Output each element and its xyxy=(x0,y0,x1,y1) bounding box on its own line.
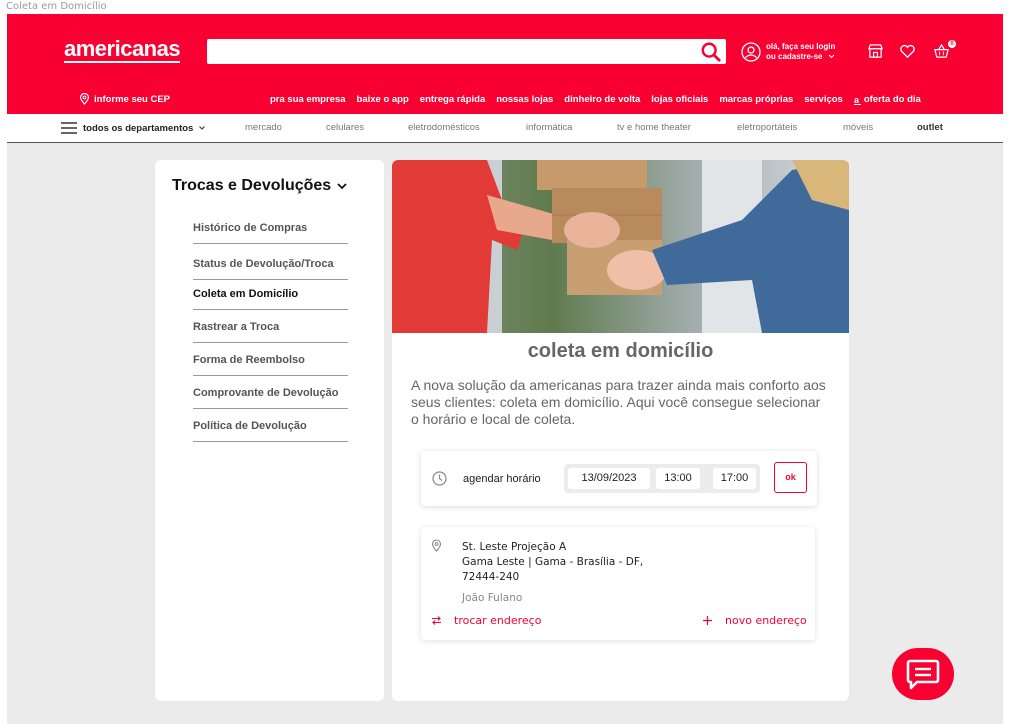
search-icon[interactable] xyxy=(700,41,722,63)
header-link-marcas[interactable]: marcas próprias xyxy=(719,94,793,105)
sidebar-title[interactable]: Trocas e Devoluções xyxy=(172,177,348,195)
header-link-servicos[interactable]: serviços xyxy=(804,94,843,105)
login-line1: olá, faça seu login xyxy=(766,42,836,51)
address-card: St. Leste Projeção A Gama Leste | Gama -… xyxy=(421,527,815,640)
sidebar: Trocas e Devoluções Histórico de Compras… xyxy=(155,160,384,701)
recipient-name: João Fulano xyxy=(462,592,523,604)
header-link-oficiais[interactable]: lojas oficiais xyxy=(651,94,708,105)
dept-link-mercado[interactable]: mercado xyxy=(245,122,282,133)
plus-icon xyxy=(703,616,712,625)
page-description: A nova solução da americanas para trazer… xyxy=(411,377,826,427)
chevron-down-icon xyxy=(199,126,206,130)
sidebar-item-reembolso[interactable]: Forma de Reembolso xyxy=(193,354,348,376)
header: americanas olá, faça seu login ou cadast… xyxy=(7,14,1003,114)
dept-link-celulares[interactable]: celulares xyxy=(326,122,364,133)
menu-icon xyxy=(61,122,77,134)
login-link[interactable]: olá, faça seu login ou cadastre-se xyxy=(741,40,835,64)
chevron-down-icon xyxy=(828,54,835,59)
change-address-label: trocar endereço xyxy=(454,614,542,627)
dept-link-eletroportateis[interactable]: eletroportáteis xyxy=(737,122,797,133)
sidebar-item-historico[interactable]: Histórico de Compras xyxy=(193,222,348,244)
cep-link[interactable]: informe seu CEP xyxy=(79,93,170,105)
all-departments-button[interactable]: todos os departamentos xyxy=(60,121,206,135)
all-departments-label: todos os departamentos xyxy=(83,122,194,134)
schedule-label: agendar horário xyxy=(463,473,541,485)
new-address-button[interactable]: novo endereço xyxy=(702,614,807,627)
change-address-button[interactable]: trocar endereço xyxy=(431,614,541,627)
schedule-card: agendar horário 13/09/2023 13:00 17:00 o… xyxy=(421,451,817,506)
sidebar-item-status[interactable]: Status de Devolução/Troca xyxy=(193,258,348,280)
hero-image xyxy=(392,160,849,333)
sidebar-item-politica[interactable]: Política de Devolução xyxy=(193,420,348,442)
dept-link-informatica[interactable]: informática xyxy=(526,122,572,133)
main-panel: coleta em domicílio A nova solução da am… xyxy=(392,160,849,701)
heart-icon[interactable] xyxy=(899,43,916,60)
swap-icon xyxy=(432,616,441,625)
dept-link-eletrodomesticos[interactable]: eletrodomésticos xyxy=(408,122,480,133)
header-link-oferta-label: oferta do dia xyxy=(863,94,921,105)
dept-link-moveis[interactable]: móveis xyxy=(843,122,873,133)
header-link-oferta[interactable]: a oferta do dia xyxy=(853,94,932,105)
page-title: coleta em domicílio xyxy=(527,340,714,362)
header-link-lojas[interactable]: nossas lojas xyxy=(496,94,553,105)
address-line-2: Gama Leste | Gama - Brasília - DF, xyxy=(462,556,644,568)
address-line-1: St. Leste Projeção A xyxy=(462,541,567,553)
sidebar-item-comprovante[interactable]: Comprovante de Devolução xyxy=(193,387,348,409)
user-icon xyxy=(741,42,761,62)
header-link-empresa[interactable]: pra sua empresa xyxy=(270,94,346,105)
frame-label: Coleta em Domicílio xyxy=(6,1,107,12)
header-link-app[interactable]: baixe o app xyxy=(357,94,409,105)
date-field[interactable]: 13/09/2023 xyxy=(568,468,650,489)
page-frame: americanas olá, faça seu login ou cadast… xyxy=(7,14,1003,724)
location-pin-icon xyxy=(79,93,90,105)
svg-text:a: a xyxy=(854,95,860,105)
cart-count-badge: 0 xyxy=(948,40,956,48)
dept-link-outlet[interactable]: outlet xyxy=(917,122,943,133)
dept-link-tv[interactable]: tv e home theater xyxy=(617,122,691,133)
clock-icon xyxy=(432,471,447,486)
sidebar-title-label: Trocas e Devoluções xyxy=(172,177,332,194)
start-time-field[interactable]: 13:00 xyxy=(656,468,700,489)
sidebar-item-coleta[interactable]: Coleta em Domicílio xyxy=(193,288,348,310)
chat-button[interactable] xyxy=(892,648,954,700)
logo[interactable]: americanas xyxy=(64,38,181,63)
chevron-down-icon xyxy=(337,183,347,190)
header-links: pra sua empresa baixe o app entrega rápi… xyxy=(270,94,943,105)
new-address-label: novo endereço xyxy=(725,614,807,627)
login-line2: ou cadastre-se xyxy=(766,52,823,61)
store-icon[interactable] xyxy=(867,43,884,60)
offer-icon: a xyxy=(853,95,861,105)
address-line-3: 72444-240 xyxy=(462,571,520,583)
ok-button[interactable]: ok xyxy=(774,462,807,493)
header-link-entrega[interactable]: entrega rápida xyxy=(420,94,485,105)
end-time-field[interactable]: 17:00 xyxy=(713,468,756,489)
header-link-dinheiro[interactable]: dinheiro de volta xyxy=(564,94,640,105)
search-input[interactable] xyxy=(207,39,726,64)
schedule-fields: 13/09/2023 13:00 17:00 xyxy=(564,464,760,493)
sidebar-item-rastrear[interactable]: Rastrear a Troca xyxy=(193,321,348,343)
cep-label: informe seu CEP xyxy=(94,93,171,105)
chat-icon xyxy=(906,659,940,690)
location-pin-icon xyxy=(431,539,442,552)
